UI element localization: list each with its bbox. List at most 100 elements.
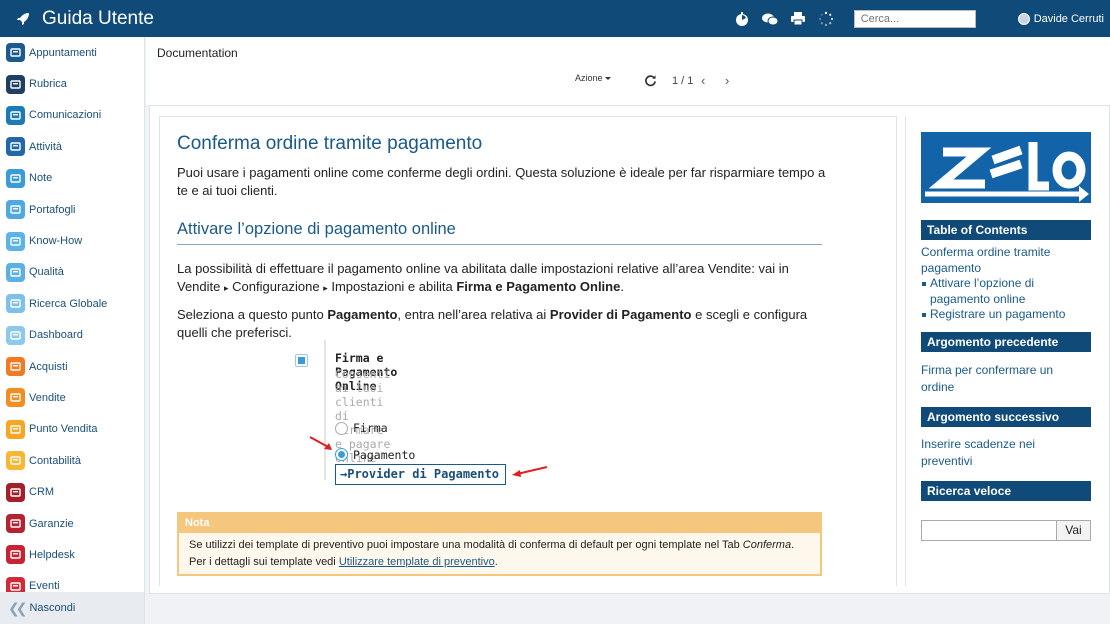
sidebar-item[interactable]: Vendite xyxy=(0,382,144,413)
toc-link-attivare[interactable]: Attivare l’opzione di pagamento online xyxy=(922,276,1080,307)
note-heading: Nota xyxy=(179,514,820,533)
chart-icon xyxy=(6,388,25,408)
template-link[interactable]: Utilizzare template di preventivo xyxy=(339,556,495,568)
caret-down-icon xyxy=(604,77,611,81)
article-title: Conferma ordine tramite pagamento xyxy=(177,133,483,154)
note-body: Se utilizzi dei template di preventivo p… xyxy=(189,539,795,568)
loading-icon xyxy=(814,7,838,31)
check-icon xyxy=(6,137,25,157)
next-topic-heading: Argomento successivo xyxy=(921,407,1091,427)
toc-heading: Table of Contents xyxy=(921,220,1091,240)
collapse-sidebar-button[interactable]: ❮❮ Nascondi xyxy=(0,592,144,624)
gauge-icon xyxy=(6,262,25,282)
refresh-icon[interactable] xyxy=(644,74,658,88)
sidebar-item-label: Portafogli xyxy=(29,203,76,216)
chat-icon xyxy=(6,105,25,125)
sidebar-item-label: Helpdesk xyxy=(29,548,75,561)
sidebar-item[interactable]: Comunicazioni xyxy=(0,100,144,131)
radio-firma xyxy=(335,422,348,435)
headset-icon xyxy=(6,545,25,565)
sidebar-item[interactable]: Appuntamenti xyxy=(0,37,144,68)
section-title: Attivare l’opzione di pagamento online xyxy=(177,220,822,245)
sidebar-item[interactable]: Punto Vendita xyxy=(0,414,144,445)
sidebar-item[interactable]: Helpdesk xyxy=(0,539,144,570)
rocket-icon[interactable] xyxy=(7,12,39,26)
sidebar-item-label: Vendite xyxy=(29,391,66,404)
zelo-logo xyxy=(921,132,1091,203)
chat-icon[interactable] xyxy=(758,7,782,31)
sidebar-item[interactable]: Dashboard xyxy=(0,320,144,351)
sidebar-item[interactable]: Acquisti xyxy=(0,351,144,382)
calendar-icon xyxy=(6,43,25,63)
wallet-icon xyxy=(6,200,25,220)
note-icon xyxy=(6,168,25,188)
sidebar-item-label: Eventi xyxy=(29,580,60,593)
action-dropdown[interactable]: Azione xyxy=(575,73,611,83)
quick-search-input[interactable] xyxy=(921,520,1057,541)
sidebar-item[interactable]: Qualità xyxy=(0,257,144,288)
toc-link-registrare[interactable]: Registrare un pagamento xyxy=(922,307,1080,323)
prev-topic-heading: Argomento precedente xyxy=(921,332,1091,352)
next-page-button[interactable]: › xyxy=(725,73,729,88)
prev-topic-link[interactable]: Firma per confermare un ordine xyxy=(921,362,1071,396)
sidebar-item-label: Rubrica xyxy=(29,78,67,91)
print-icon[interactable] xyxy=(786,7,810,31)
user-menu[interactable]: Davide Cerruti xyxy=(1017,12,1104,25)
action-label: Azione xyxy=(575,73,603,83)
paragraph-payment: Seleziona a questo punto Pagamento, entr… xyxy=(177,307,808,340)
sidebar-item-label: Note xyxy=(29,172,53,185)
article-intro: Puoi usare i pagamenti online come confe… xyxy=(177,165,826,198)
top-bar: Guida Utente Davide Cerruti xyxy=(0,0,1110,37)
ledger-icon xyxy=(6,451,25,471)
sidebar-item-label: Contabilità xyxy=(29,454,81,467)
sidebar-item-label: Qualità xyxy=(29,266,64,279)
sidebar-item-label: Dashboard xyxy=(29,329,83,342)
contacts-icon xyxy=(6,74,25,94)
sidebar-item-label: Comunicazioni xyxy=(29,109,102,122)
sidebar-item[interactable]: Note xyxy=(0,163,144,194)
pager: 1 / 1 xyxy=(672,75,694,87)
sidebar-item[interactable]: Attività xyxy=(0,131,144,162)
content-frame: Conferma ordine tramite pagamento Puoi u… xyxy=(149,105,1110,594)
main-header: Documentation Azione 1 / 1 ‹ › xyxy=(146,37,1110,105)
sidebar-item[interactable]: Garanzie xyxy=(0,508,144,539)
sidebar-item-label: Appuntamenti xyxy=(29,46,97,59)
note-box: Nota Se utilizzi dei template di prevent… xyxy=(177,512,822,576)
divider xyxy=(324,340,326,480)
next-topic-link[interactable]: Inserire scadenze nei preventivi xyxy=(921,436,1071,470)
sidebar-nav: Appuntamenti Rubrica Comunicazioni Attività… xyxy=(0,37,144,602)
sidebar-item-label: Acquisti xyxy=(29,360,68,373)
bulb-icon xyxy=(6,231,25,251)
sidebar-item[interactable]: Know-How xyxy=(0,225,144,256)
sidebar: Appuntamenti Rubrica Comunicazioni Attività… xyxy=(0,37,145,624)
monitor-icon xyxy=(6,419,25,439)
sidebar-item[interactable]: CRM xyxy=(0,476,144,507)
page-title: Documentation xyxy=(157,46,238,60)
sidebar-item[interactable]: Rubrica xyxy=(0,68,144,99)
double-chevron-left-icon: ❮❮ xyxy=(8,599,28,616)
collapse-label: Nascondi xyxy=(29,602,76,614)
radio-firma-label: Firma xyxy=(353,421,388,435)
radio-pagamento-label: Pagamento xyxy=(353,448,416,462)
quick-search-button[interactable]: Vai xyxy=(1056,520,1091,541)
timer-icon[interactable] xyxy=(730,7,754,31)
previous-page-button[interactable]: ‹ xyxy=(701,73,705,88)
sidebar-item-label: Know-How xyxy=(29,235,83,248)
sidebar-item[interactable]: Portafogli xyxy=(0,194,144,225)
sidebar-item[interactable]: Contabilità xyxy=(0,445,144,476)
sidebar-item-label: Attività xyxy=(29,140,63,153)
paragraph-settings: La possibilità di effettuare il pagament… xyxy=(177,261,789,294)
app-title: Guida Utente xyxy=(42,7,154,29)
dashboard-icon xyxy=(6,325,25,345)
search-icon xyxy=(6,294,25,314)
handshake-icon xyxy=(6,482,25,502)
option-checkbox xyxy=(295,354,308,367)
sidebar-item[interactable]: Ricerca Globale xyxy=(0,288,144,319)
search-input[interactable] xyxy=(853,9,976,28)
cart-icon xyxy=(6,357,25,377)
provider-link: →Provider di Pagamento xyxy=(335,464,506,485)
sidebar-item-label: Punto Vendita xyxy=(29,423,98,436)
avatar xyxy=(1017,12,1030,25)
sidebar-item-label: Garanzie xyxy=(29,517,74,530)
toc-link-main[interactable]: Conferma ordine tramite pagamento xyxy=(921,245,1086,276)
